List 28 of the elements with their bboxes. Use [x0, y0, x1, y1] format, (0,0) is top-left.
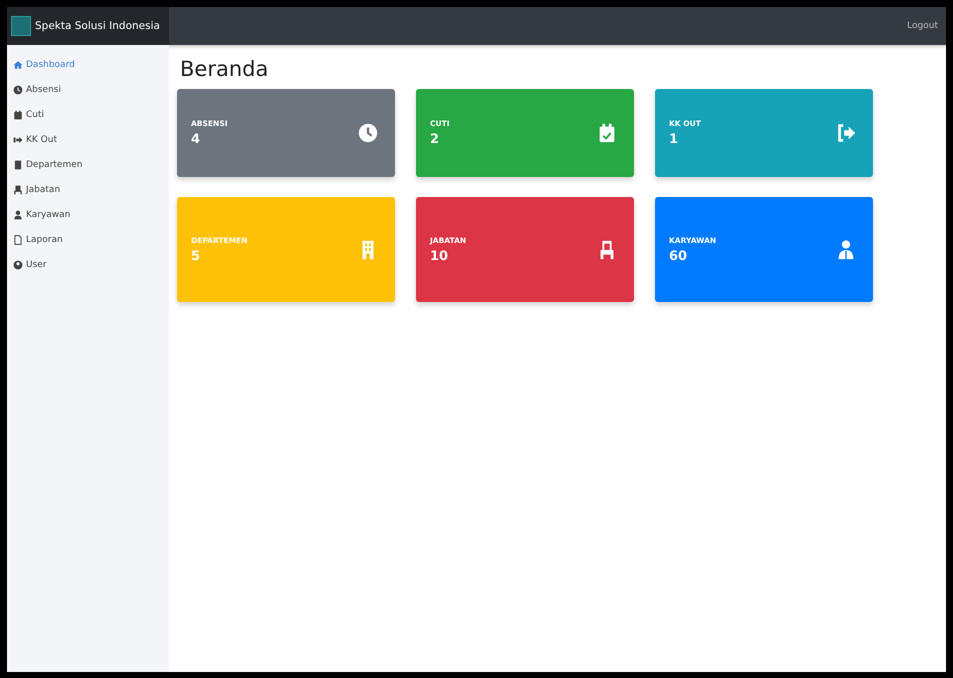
chair-icon: [13, 185, 23, 195]
card-value: 10: [430, 248, 450, 264]
card-value: 5: [191, 248, 202, 264]
clock-icon: [357, 122, 379, 144]
user-circle-icon: [13, 260, 23, 270]
home-icon: [13, 60, 23, 70]
logo-icon: [11, 16, 31, 36]
file-icon: [13, 235, 23, 245]
sidebar-item[interactable]: Laporan: [7, 232, 169, 248]
clock-icon: [13, 85, 23, 95]
sidebar-item[interactable]: User: [7, 257, 169, 273]
calendar-icon: [13, 110, 23, 120]
page-title: Beranda: [180, 57, 270, 81]
sidebar-item[interactable]: Dashboard: [7, 57, 169, 73]
card-value: 60: [669, 248, 688, 264]
card-value: 2: [430, 132, 440, 147]
card-value: 4: [191, 132, 202, 147]
sidebar-item[interactable]: Cuti: [7, 107, 169, 123]
exit-icon: [13, 135, 23, 145]
sidebar-item[interactable]: Departemen: [7, 157, 169, 173]
logout-link[interactable]: Logout: [907, 21, 938, 31]
sidebar-item[interactable]: Jabatan: [7, 182, 169, 198]
card-value: 1: [669, 132, 680, 147]
sidebar-item[interactable]: Karyawan: [7, 207, 169, 223]
user-icon: [13, 210, 23, 220]
sidebar-item[interactable]: Absensi: [7, 82, 169, 98]
sign-out-icon: [835, 122, 857, 144]
sidebar-item[interactable]: KK Out: [7, 132, 169, 148]
